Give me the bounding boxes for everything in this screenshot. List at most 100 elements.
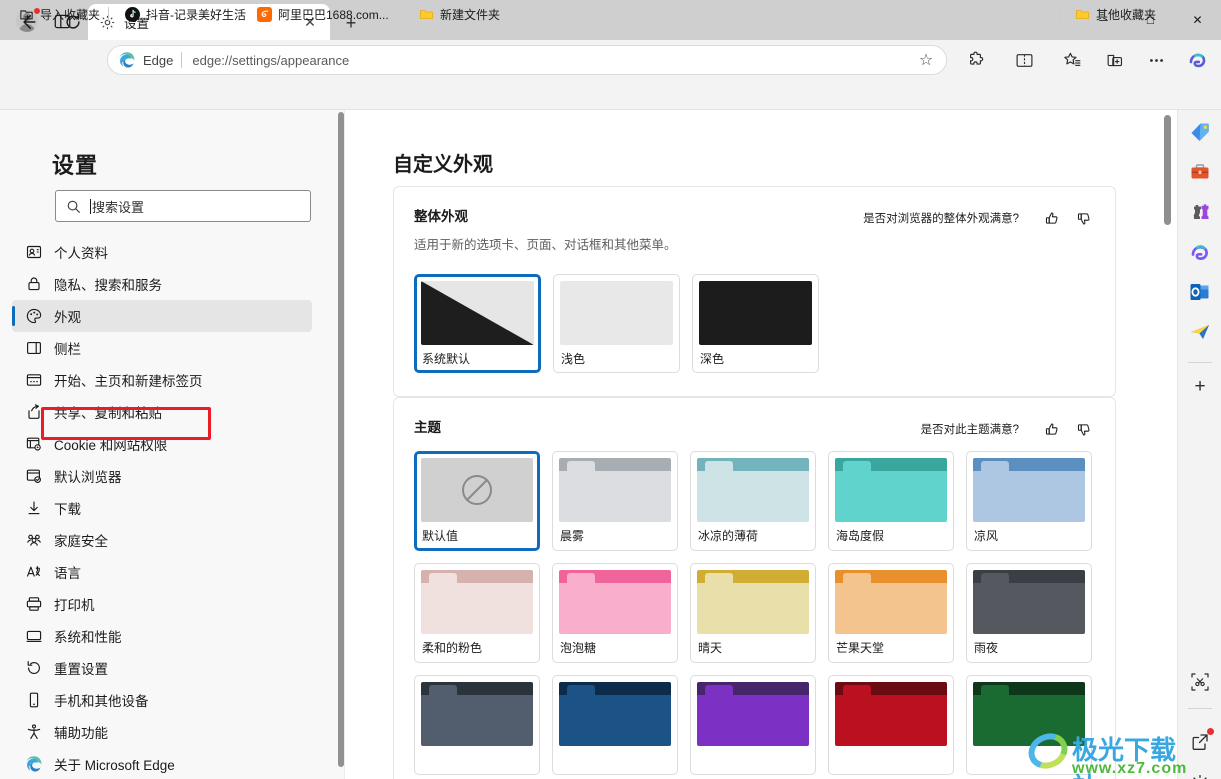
family-safety-icon xyxy=(24,530,44,550)
sidebar-item-15[interactable]: 辅助功能 xyxy=(12,716,312,748)
mode-label: 浅色 xyxy=(561,352,586,366)
share-icon xyxy=(24,402,44,422)
theme-tile-0[interactable]: 默认值 xyxy=(414,451,540,551)
sidebar-item-1[interactable]: 隐私、搜索和服务 xyxy=(12,268,312,300)
search-input[interactable]: 搜索设置 xyxy=(92,197,144,216)
bookmark-label: 其他收藏夹 xyxy=(1096,7,1157,22)
settings-and-more-icon[interactable] xyxy=(1142,46,1170,74)
sidebar-item-label: 隐私、搜索和服务 xyxy=(54,278,162,293)
theme-preview xyxy=(973,682,1085,746)
sidebar-item-3[interactable]: 侧栏 xyxy=(12,332,312,364)
theme-tile-8[interactable]: 芒果天堂 xyxy=(828,563,954,663)
ms-editor-icon[interactable] xyxy=(1188,320,1212,344)
outlook-icon[interactable] xyxy=(1188,280,1212,304)
split-screen-icon[interactable] xyxy=(1010,46,1038,74)
sidebar-item-8[interactable]: 下载 xyxy=(12,492,312,524)
sidebar-item-label: 侧栏 xyxy=(54,342,81,357)
sidebar-item-13[interactable]: 重置设置 xyxy=(12,652,312,684)
close-window-button[interactable]: ✕ xyxy=(1174,0,1221,40)
thumbs-up-icon[interactable] xyxy=(1039,205,1065,231)
theme-tile-6[interactable]: 泡泡糖 xyxy=(552,563,678,663)
phone-icon xyxy=(24,690,44,710)
bookmark-other-favorites[interactable]: 其他收藏夹 xyxy=(1068,3,1162,25)
sidebar-item-4[interactable]: 开始、主页和新建标签页 xyxy=(12,364,312,396)
thumbs-down-icon[interactable] xyxy=(1071,205,1097,231)
appearance-mode-tile-dark[interactable]: 深色 xyxy=(692,274,819,373)
address-bar[interactable]: Edge edge://settings/appearance ☆ xyxy=(107,45,947,75)
copilot-icon[interactable] xyxy=(1188,240,1212,264)
theme-label: 默认值 xyxy=(422,529,459,543)
address-url-text[interactable]: edge://settings/appearance xyxy=(192,53,916,68)
edgebar-divider xyxy=(1188,362,1212,363)
shopping-tag-icon[interactable] xyxy=(1188,120,1212,144)
bookmark-label: 阿里巴巴1688.com... xyxy=(278,7,389,22)
alibaba-icon xyxy=(256,6,272,22)
sidebar-item-label: 家庭安全 xyxy=(54,534,108,549)
sidebar-item-10[interactable]: 语言 xyxy=(12,556,312,588)
appearance-mode-tile-light[interactable]: 浅色 xyxy=(553,274,680,373)
import-favorites-icon xyxy=(18,6,34,22)
copilot-icon[interactable] xyxy=(1184,46,1212,74)
sidebar-item-label: 开始、主页和新建标签页 xyxy=(54,374,203,389)
sidebar-scrollbar[interactable] xyxy=(338,112,344,767)
edgebar-divider-2 xyxy=(1188,708,1212,709)
theme-tile-11[interactable] xyxy=(552,675,678,775)
collections-icon[interactable] xyxy=(1100,46,1128,74)
theme-tile-14[interactable] xyxy=(966,675,1092,775)
sidebar-icon xyxy=(24,338,44,358)
sidebar-item-6[interactable]: Cookie 和网站权限 xyxy=(12,428,312,460)
bookmark-douyin[interactable]: 抖音-记录美好生活 xyxy=(118,3,252,25)
sidebar-item-11[interactable]: 打印机 xyxy=(12,588,312,620)
sidebar-item-0[interactable]: 个人资料 xyxy=(12,236,312,268)
games-icon[interactable] xyxy=(1188,200,1212,224)
add-app-icon[interactable]: + xyxy=(1188,375,1212,399)
sidebar-item-12[interactable]: 系统和性能 xyxy=(12,620,312,652)
cookie-permissions-icon xyxy=(24,434,44,454)
screenshot-icon[interactable] xyxy=(1188,670,1212,694)
sidebar-settings-icon[interactable] xyxy=(1188,772,1212,779)
bookmark-alibaba[interactable]: 阿里巴巴1688.com... xyxy=(250,3,395,25)
sidebar-item-5[interactable]: 共享、复制和粘贴 xyxy=(12,396,312,428)
bookmark-new-folder[interactable]: 新建文件夹 xyxy=(412,3,506,25)
bookmark-import-favorites[interactable]: 导入收藏夹 xyxy=(12,3,106,25)
thumbs-up-icon[interactable] xyxy=(1039,416,1065,442)
theme-label: 凉风 xyxy=(974,529,999,543)
extensions-icon[interactable] xyxy=(962,46,990,74)
bookmarks-separator xyxy=(108,7,109,22)
settings-content: 自定义外观 整体外观 适用于新的选项卡、页面、对话框和其他菜单。 是否对浏览器的… xyxy=(346,110,1177,779)
sidebar-item-label: 重置设置 xyxy=(54,662,108,677)
sidebar-item-2[interactable]: 外观 xyxy=(12,300,312,332)
theme-tile-9[interactable]: 雨夜 xyxy=(966,563,1092,663)
download-icon xyxy=(24,498,44,518)
thumbs-down-icon[interactable] xyxy=(1071,416,1097,442)
sidebar-item-label: 辅助功能 xyxy=(54,726,108,741)
settings-nav-list: 个人资料隐私、搜索和服务外观侧栏开始、主页和新建标签页共享、复制和粘贴 Cooki… xyxy=(0,236,344,779)
add-favorite-icon[interactable]: ☆ xyxy=(916,50,936,70)
mode-preview-light xyxy=(560,281,673,345)
text-caret xyxy=(90,198,91,214)
address-separator xyxy=(181,52,183,68)
open-in-new-icon[interactable] xyxy=(1188,728,1214,754)
theme-tile-1[interactable]: 晨雾 xyxy=(552,451,678,551)
theme-tile-7[interactable]: 晴天 xyxy=(690,563,816,663)
search-settings-box[interactable]: 搜索设置 xyxy=(55,190,311,222)
sidebar-item-14[interactable]: 手机和其他设备 xyxy=(12,684,312,716)
theme-tile-4[interactable]: 凉风 xyxy=(966,451,1092,551)
theme-tile-12[interactable] xyxy=(690,675,816,775)
appearance-mode-tile-system[interactable]: 系统默认 xyxy=(414,274,541,373)
overall-appearance-card: 整体外观 适用于新的选项卡、页面、对话框和其他菜单。 是否对浏览器的整体外观满意… xyxy=(393,186,1116,397)
theme-tile-13[interactable] xyxy=(828,675,954,775)
language-icon xyxy=(24,562,44,582)
tools-briefcase-icon[interactable] xyxy=(1188,160,1212,184)
theme-tile-5[interactable]: 柔和的粉色 xyxy=(414,563,540,663)
theme-preview xyxy=(559,570,671,634)
theme-preview xyxy=(421,682,533,746)
theme-tile-3[interactable]: 海岛度假 xyxy=(828,451,954,551)
sidebar-item-16[interactable]: 关于 Microsoft Edge xyxy=(12,748,312,779)
theme-tile-10[interactable] xyxy=(414,675,540,775)
favorites-icon[interactable] xyxy=(1058,46,1086,74)
sidebar-item-9[interactable]: 家庭安全 xyxy=(12,524,312,556)
content-scrollbar[interactable] xyxy=(1164,115,1171,225)
sidebar-item-7[interactable]: 默认浏览器 xyxy=(12,460,312,492)
theme-tile-2[interactable]: 冰凉的薄荷 xyxy=(690,451,816,551)
